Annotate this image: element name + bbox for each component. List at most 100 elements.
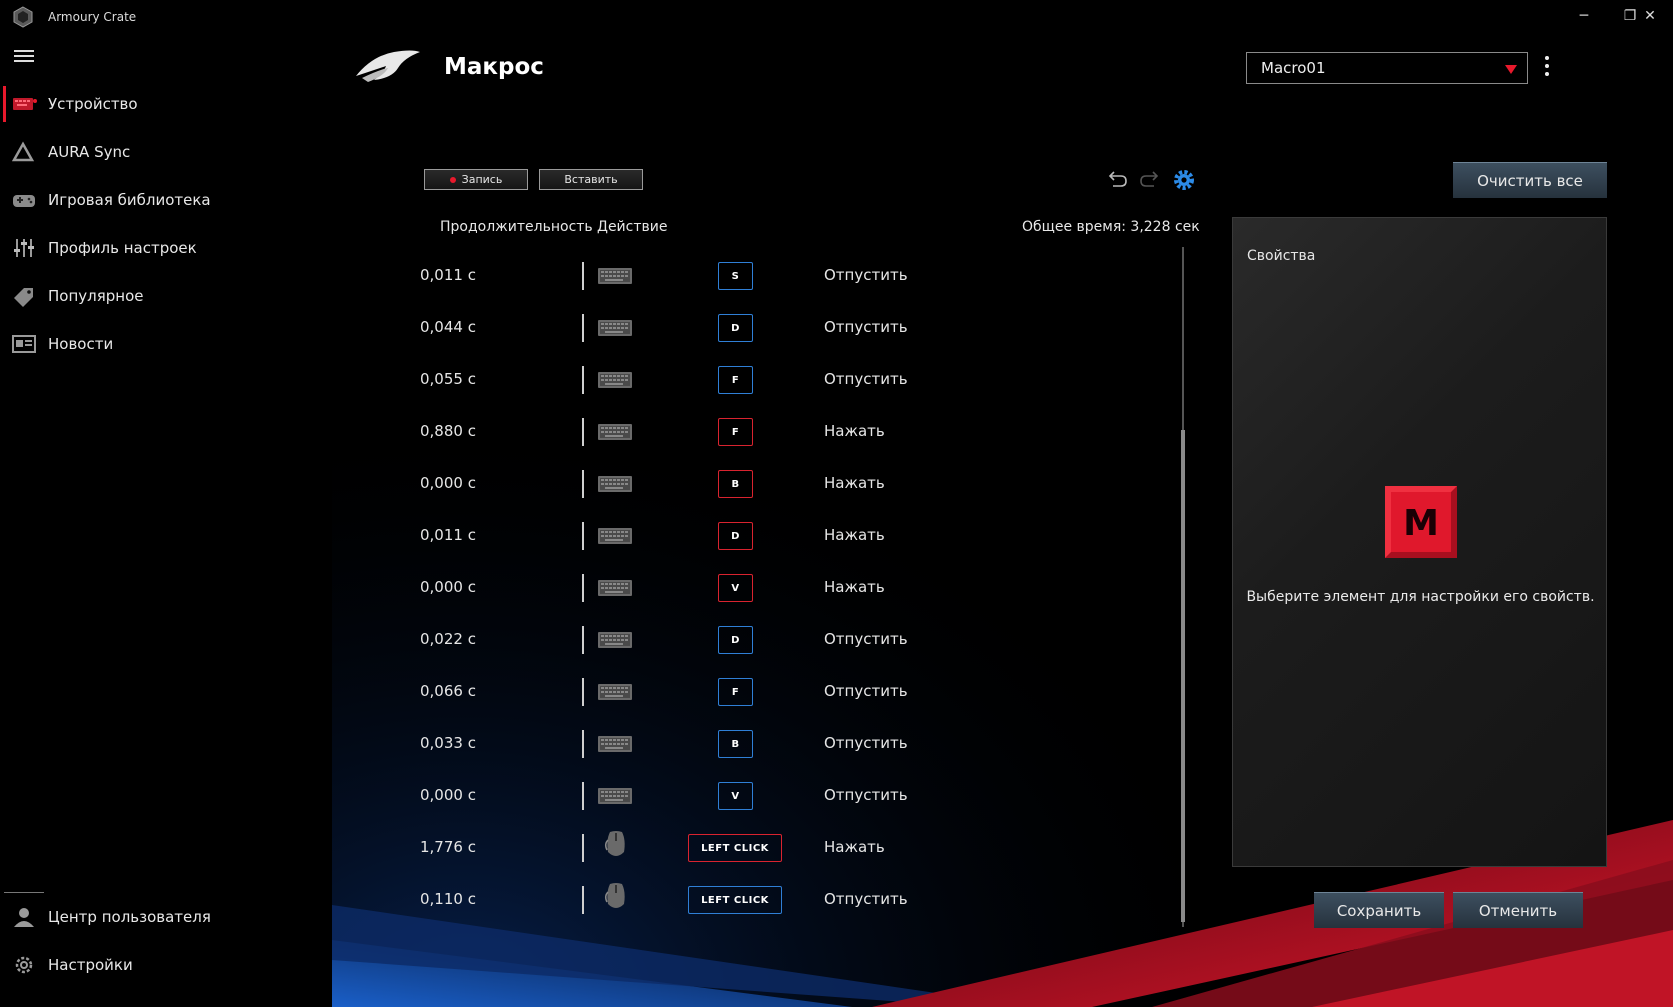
properties-hint: Выберите элемент для настройки его свойс… — [1246, 589, 1595, 605]
row-separator — [582, 782, 584, 810]
record-dot-icon — [449, 176, 456, 183]
undo-icon[interactable] — [1105, 168, 1129, 192]
keyboard-icon — [596, 732, 636, 756]
sidebar-item-aura-sync[interactable]: AURA Sync — [0, 128, 332, 176]
key-badge[interactable]: D — [718, 626, 753, 654]
row-duration[interactable]: 0,033 с — [420, 734, 520, 752]
row-action[interactable]: Отпустить — [824, 734, 908, 752]
sidebar-item-profiles[interactable]: Профиль настроек — [0, 224, 332, 272]
properties-title: Свойства — [1247, 248, 1316, 264]
keyboard-icon — [596, 524, 636, 548]
row-duration[interactable]: 0,044 с — [420, 318, 520, 336]
row-separator — [582, 470, 584, 498]
keyboard-icon — [596, 316, 636, 340]
minimize-button[interactable]: ─ — [1562, 4, 1606, 28]
row-action[interactable]: Нажать — [824, 474, 885, 492]
key-badge[interactable]: F — [718, 418, 753, 446]
sidebar-item-popular[interactable]: Популярное — [0, 272, 332, 320]
row-duration[interactable]: 0,011 с — [420, 266, 520, 284]
column-header-duration: Продолжительность — [440, 219, 593, 235]
row-action[interactable]: Отпустить — [824, 630, 908, 648]
row-duration[interactable]: 0,055 с — [420, 370, 520, 388]
key-badge[interactable]: D — [718, 522, 753, 550]
sidebar-item-label: Настройки — [48, 956, 133, 974]
row-action[interactable]: Нажать — [824, 422, 885, 440]
settings-gear-icon[interactable] — [1172, 168, 1196, 192]
keyboard-icon — [596, 264, 636, 288]
scrollbar-thumb[interactable] — [1181, 430, 1185, 922]
insert-button[interactable]: Вставить — [539, 169, 643, 190]
armoury-crate-logo-icon — [13, 6, 33, 28]
table-row[interactable]: 0,022 с D Отпустить — [332, 614, 1192, 666]
key-badge[interactable]: B — [718, 730, 753, 758]
sidebar-bottom-nav: Центр пользователя Настройки — [0, 893, 332, 989]
sidebar-item-news[interactable]: Новости — [0, 320, 332, 368]
user-icon — [14, 908, 34, 927]
row-action[interactable]: Отпустить — [824, 682, 908, 700]
table-row[interactable]: 0,033 с B Отпустить — [332, 718, 1192, 770]
sidebar-item-settings[interactable]: Настройки — [0, 941, 332, 989]
table-row[interactable]: 0,000 с V Нажать — [332, 562, 1192, 614]
row-action[interactable]: Нажать — [824, 578, 885, 596]
row-duration[interactable]: 0,000 с — [420, 474, 520, 492]
row-action[interactable]: Отпустить — [824, 890, 908, 908]
table-row[interactable]: 0,000 с B Нажать — [332, 458, 1192, 510]
row-action[interactable]: Отпустить — [824, 786, 908, 804]
table-row[interactable]: 0,066 с F Отпустить — [332, 666, 1192, 718]
row-duration[interactable]: 0,000 с — [420, 786, 520, 804]
save-button[interactable]: Сохранить — [1314, 892, 1444, 928]
sidebar-item-label: Профиль настроек — [48, 239, 197, 257]
row-action[interactable]: Отпустить — [824, 318, 908, 336]
row-action[interactable]: Отпустить — [824, 266, 908, 284]
row-duration[interactable]: 0,880 с — [420, 422, 520, 440]
key-badge[interactable]: D — [718, 314, 753, 342]
sidebar-item-user-center[interactable]: Центр пользователя — [0, 893, 332, 941]
main-content: ─ ❐ ✕ Макрос Macro01 Запись Вставить Очи… — [332, 0, 1673, 1007]
row-duration[interactable]: 0,066 с — [420, 682, 520, 700]
clear-all-button[interactable]: Очистить все — [1453, 162, 1607, 198]
sidebar-item-game-library[interactable]: Игровая библиотека — [0, 176, 332, 224]
table-row[interactable]: 0,044 с D Отпустить — [332, 302, 1192, 354]
row-duration[interactable]: 0,011 с — [420, 526, 520, 544]
key-badge[interactable]: LEFT CLICK — [688, 886, 782, 914]
record-button-label: Запись — [461, 173, 503, 186]
sidebar-item-label: AURA Sync — [48, 143, 131, 161]
row-duration[interactable]: 0,000 с — [420, 578, 520, 596]
row-duration[interactable]: 0,022 с — [420, 630, 520, 648]
table-row[interactable]: 0,011 с S Отпустить — [332, 250, 1192, 302]
sidebar-item-device[interactable]: Устройство — [0, 80, 332, 128]
row-action[interactable]: Отпустить — [824, 370, 908, 388]
key-badge[interactable]: F — [718, 678, 753, 706]
table-row[interactable]: 0,055 с F Отпустить — [332, 354, 1192, 406]
row-separator — [582, 418, 584, 446]
row-separator — [582, 574, 584, 602]
cancel-button[interactable]: Отменить — [1453, 892, 1583, 928]
record-button[interactable]: Запись — [424, 169, 528, 190]
menu-icon[interactable] — [14, 50, 34, 64]
key-badge[interactable]: V — [718, 574, 753, 602]
mouse-icon — [596, 830, 636, 856]
table-row[interactable]: 0,110 с LEFT CLICK Отпустить — [332, 874, 1192, 926]
row-action[interactable]: Нажать — [824, 526, 885, 544]
keyboard-icon — [596, 784, 636, 808]
close-button[interactable]: ✕ — [1628, 4, 1672, 28]
key-badge[interactable]: S — [718, 262, 753, 290]
redo-icon[interactable] — [1138, 168, 1162, 192]
cancel-button-label: Отменить — [1478, 901, 1558, 920]
more-options-icon[interactable] — [1541, 56, 1553, 80]
table-row[interactable]: 0,000 с V Отпустить — [332, 770, 1192, 822]
keyboard-icon — [13, 98, 37, 110]
table-row[interactable]: 1,776 с LEFT CLICK Нажать — [332, 822, 1192, 874]
row-duration[interactable]: 0,110 с — [420, 890, 520, 908]
key-badge[interactable]: V — [718, 782, 753, 810]
key-badge[interactable]: LEFT CLICK — [688, 834, 782, 862]
key-badge[interactable]: B — [718, 470, 753, 498]
row-action[interactable]: Нажать — [824, 838, 885, 856]
profile-dropdown[interactable]: Macro01 — [1246, 52, 1528, 84]
row-separator — [582, 834, 584, 862]
keyboard-icon — [596, 368, 636, 392]
table-row[interactable]: 0,011 с D Нажать — [332, 510, 1192, 562]
key-badge[interactable]: F — [718, 366, 753, 394]
table-row[interactable]: 0,880 с F Нажать — [332, 406, 1192, 458]
row-duration[interactable]: 1,776 с — [420, 838, 520, 856]
